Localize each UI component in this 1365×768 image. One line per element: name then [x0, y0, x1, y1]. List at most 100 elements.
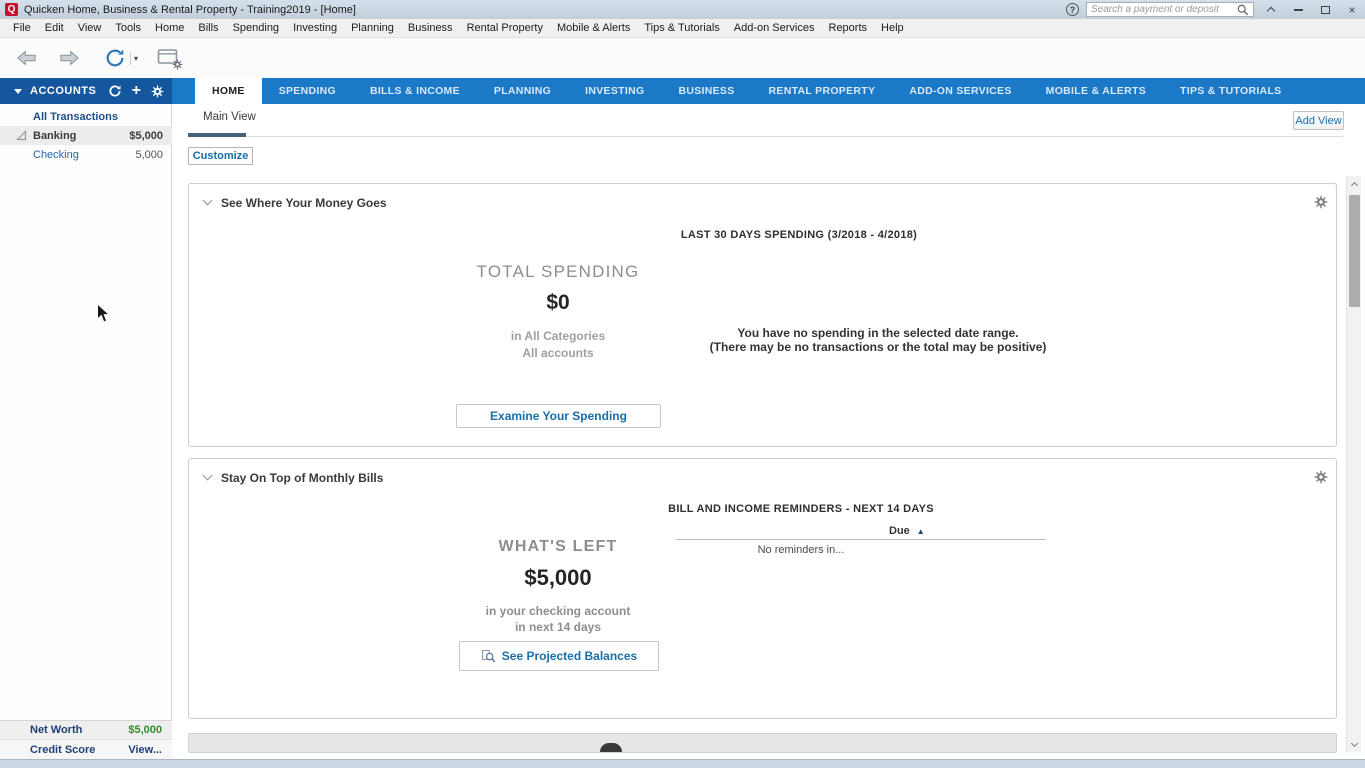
chevron-down-icon[interactable]: ▾ [134, 54, 138, 63]
menu-tools[interactable]: Tools [108, 22, 148, 34]
chevron-down-icon[interactable] [14, 89, 22, 94]
menu-home[interactable]: Home [148, 22, 191, 34]
maximize-icon [1321, 6, 1330, 14]
menu-tips-tutorials[interactable]: Tips & Tutorials [637, 22, 726, 34]
sidebar-item-checking[interactable]: Checking 5,000 [0, 146, 172, 164]
scroll-up-button[interactable] [1347, 176, 1362, 192]
forward-button[interactable] [58, 49, 80, 67]
minimize-button[interactable] [1288, 1, 1308, 18]
refresh-icon [104, 47, 126, 69]
tab-bills-income[interactable]: BILLS & INCOME [353, 78, 477, 104]
close-icon: × [1348, 3, 1355, 17]
chevron-up-icon [1351, 182, 1358, 189]
title-bar: Q Quicken Home, Business & Rental Proper… [0, 0, 1365, 19]
spending-sub1: in All Categories [458, 327, 658, 345]
spending-sub2: All accounts [458, 344, 658, 362]
menu-mobile-alerts[interactable]: Mobile & Alerts [550, 22, 637, 34]
menu-reports[interactable]: Reports [822, 22, 875, 34]
menu-view[interactable]: View [71, 22, 109, 34]
accounts-header[interactable]: ACCOUNTS + [0, 78, 172, 104]
menu-edit[interactable]: Edit [38, 22, 71, 34]
collapsed-panel-bar[interactable] [188, 733, 1337, 753]
collapse-ribbon-button[interactable] [1261, 1, 1281, 18]
refresh-accounts-icon[interactable] [108, 84, 122, 98]
reminders-divider [676, 539, 1046, 540]
no-reminders-text: No reminders in... [758, 544, 845, 556]
vertical-scrollbar[interactable] [1346, 176, 1361, 752]
reminders-heading: BILL AND INCOME REMINDERS - NEXT 14 DAYS [668, 503, 934, 515]
tab-addon-services[interactable]: ADD-ON SERVICES [892, 78, 1028, 104]
whats-left-amount: $5,000 [458, 565, 658, 591]
tab-investing[interactable]: INVESTING [568, 78, 661, 104]
register-settings-button[interactable] [156, 48, 180, 68]
customize-button[interactable]: Customize [188, 147, 253, 165]
menu-rental-property[interactable]: Rental Property [460, 22, 550, 34]
scroll-down-button[interactable] [1347, 736, 1362, 752]
tab-home[interactable]: HOME [195, 78, 262, 104]
bills-panel-gear-button[interactable] [1314, 470, 1328, 489]
gear-icon [1314, 470, 1328, 484]
see-projected-balances-button[interactable]: See Projected Balances [459, 641, 659, 671]
collapse-panel-icon[interactable] [203, 196, 213, 206]
menu-business[interactable]: Business [401, 22, 460, 34]
spending-heading: LAST 30 DAYS SPENDING (3/2018 - 4/2018) [681, 229, 917, 241]
search-input[interactable] [1091, 4, 1237, 15]
banking-label: Banking [33, 130, 76, 142]
search-icon[interactable] [1237, 4, 1249, 16]
divider [130, 52, 131, 65]
sidebar-item-banking[interactable]: Banking $5,000 [0, 126, 172, 145]
net-worth-label: Net Worth [0, 724, 82, 736]
add-view-button[interactable]: Add View [1293, 111, 1344, 130]
global-search-box[interactable] [1086, 2, 1254, 17]
close-button[interactable]: × [1342, 1, 1362, 18]
add-account-icon[interactable]: + [132, 83, 141, 99]
examine-spending-label: Examine Your Spending [490, 409, 627, 423]
tab-main-view[interactable]: Main View [203, 111, 256, 123]
due-column-header[interactable]: Due ▲ [889, 525, 925, 537]
accounts-gear-icon[interactable] [151, 85, 164, 98]
menu-bills[interactable]: Bills [191, 22, 225, 34]
banking-balance: $5,000 [129, 130, 163, 142]
magnifier-report-icon [481, 649, 496, 664]
accounts-title: ACCOUNTS [30, 85, 96, 97]
one-step-update-button[interactable]: ▾ [104, 47, 138, 69]
tab-tips-tutorials[interactable]: TIPS & TUTORIALS [1163, 78, 1298, 104]
nav-tabs: HOME SPENDING BILLS & INCOME PLANNING IN… [195, 78, 1298, 104]
menu-planning[interactable]: Planning [344, 22, 401, 34]
menu-spending[interactable]: Spending [226, 22, 287, 34]
spending-panel-gear-button[interactable] [1314, 195, 1328, 214]
credit-score-view-link[interactable]: View... [128, 744, 162, 756]
scrollbar-thumb[interactable] [1349, 195, 1360, 307]
mouse-cursor [96, 303, 111, 324]
expander-icon[interactable] [15, 129, 28, 142]
sidebar-item-all-transactions[interactable]: All Transactions [0, 108, 172, 126]
tab-business[interactable]: BUSINESS [661, 78, 751, 104]
credit-score-row[interactable]: Credit Score View... [0, 740, 172, 760]
no-spending-message-1: You have no spending in the selected dat… [737, 326, 1018, 340]
menu-investing[interactable]: Investing [286, 22, 344, 34]
tab-rental-property[interactable]: RENTAL PROPERTY [752, 78, 893, 104]
tab-mobile-alerts[interactable]: MOBILE & ALERTS [1029, 78, 1163, 104]
maximize-button[interactable] [1315, 1, 1335, 18]
menu-help[interactable]: Help [874, 22, 911, 34]
menu-addon-services[interactable]: Add-on Services [727, 22, 822, 34]
accounts-sidebar: All Transactions Banking $5,000 Checking… [0, 104, 172, 760]
tab-planning[interactable]: PLANNING [477, 78, 568, 104]
tab-spending[interactable]: SPENDING [262, 78, 353, 104]
net-worth-row[interactable]: Net Worth $5,000 [0, 720, 172, 740]
view-tab-divider [188, 136, 1343, 137]
minimize-icon [1294, 9, 1303, 11]
main-nav-bar: ACCOUNTS + HOME SPENDING BILLS & INCOME … [0, 78, 1365, 104]
help-icon[interactable]: ? [1066, 3, 1079, 16]
due-label: Due [889, 525, 910, 537]
expand-panel-handle[interactable] [600, 743, 622, 752]
examine-spending-button[interactable]: Examine Your Spending [456, 404, 661, 428]
back-arrow-icon [16, 49, 38, 67]
back-button[interactable] [16, 49, 38, 67]
collapse-panel-icon[interactable] [203, 471, 213, 481]
menu-file[interactable]: File [6, 22, 38, 34]
all-transactions-label: All Transactions [33, 111, 118, 123]
menu-bar: File Edit View Tools Home Bills Spending… [0, 19, 1365, 38]
app-logo-icon: Q [5, 3, 18, 16]
gear-icon [172, 59, 183, 70]
